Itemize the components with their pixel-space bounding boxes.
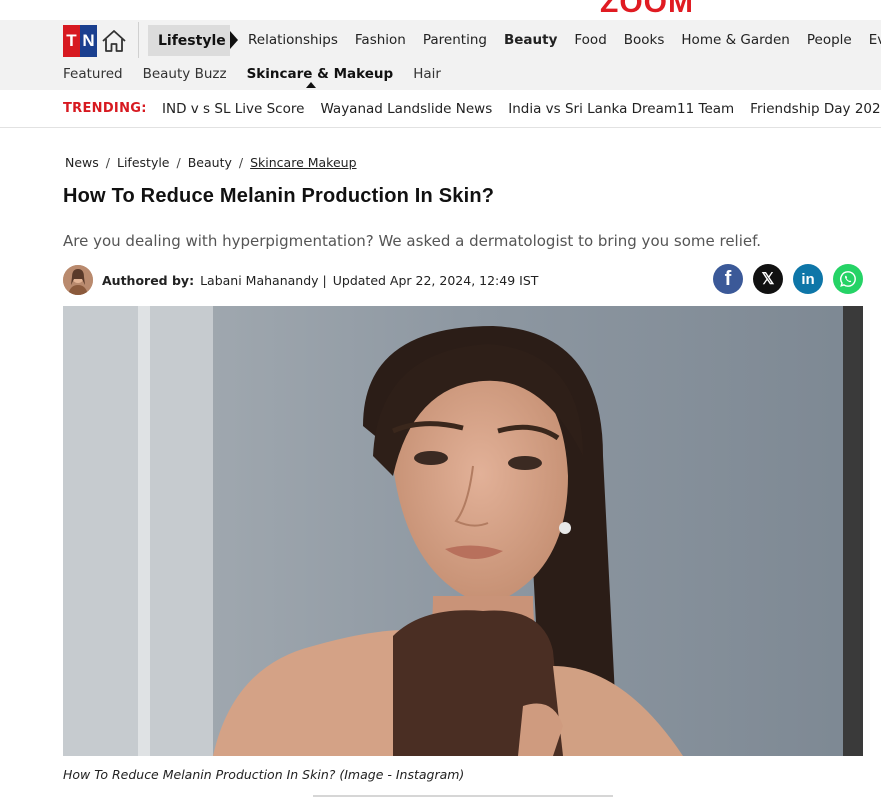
- nav-item-food[interactable]: Food: [574, 32, 606, 48]
- breadcrumb-separator: /: [238, 155, 244, 170]
- whatsapp-share-button[interactable]: [833, 264, 863, 294]
- nav-divider: [138, 22, 139, 58]
- author-avatar[interactable]: [63, 265, 93, 295]
- linkedin-share-button[interactable]: in: [793, 264, 823, 294]
- trending-label: TRENDING:: [63, 101, 147, 116]
- subnav-active-caret-icon: [306, 82, 316, 88]
- updated-timestamp: Updated Apr 22, 2024, 12:49 IST: [332, 273, 539, 288]
- nav-item-home-garden[interactable]: Home & Garden: [681, 32, 789, 48]
- nav-item-fashion[interactable]: Fashion: [355, 32, 406, 48]
- trending-link[interactable]: IND v s SL Live Score: [162, 101, 304, 117]
- author-name[interactable]: Labani Mahanandy: [200, 273, 318, 288]
- nav-items: Relationships Fashion Parenting Beauty Food B…: [248, 32, 881, 48]
- breadcrumb-current[interactable]: Skincare Makeup: [250, 155, 356, 170]
- facebook-icon: f: [724, 267, 732, 290]
- zoom-logo[interactable]: ZOOM: [600, 0, 694, 20]
- hero-image[interactable]: [63, 306, 863, 756]
- logo-letter-t: T: [66, 31, 77, 50]
- x-icon: 𝕏: [761, 271, 775, 288]
- subnav-item-featured[interactable]: Featured: [63, 66, 123, 82]
- trending-items: IND v s SL Live Score Wayanad Landslide N…: [162, 101, 881, 117]
- nav-active-arrow-icon: [230, 31, 238, 49]
- top-strip: ZOOM: [0, 0, 881, 20]
- x-share-button[interactable]: 𝕏: [753, 264, 783, 294]
- nav-item-people[interactable]: People: [807, 32, 852, 48]
- breadcrumb: News / Lifestyle / Beauty / Skincare Makeup: [65, 155, 357, 170]
- nav-item-beauty[interactable]: Beauty: [504, 32, 557, 48]
- article-summary: Are you dealing with hyperpigmentation? …: [63, 232, 762, 250]
- subnav: Featured Beauty Buzz Skincare & Makeup Hair: [63, 66, 461, 82]
- nav-item-relationships[interactable]: Relationships: [248, 32, 338, 48]
- trending-bar: TRENDING: IND v s SL Live Score Wayanad L…: [0, 90, 881, 128]
- article-title: How To Reduce Melanin Production In Skin…: [63, 185, 495, 207]
- nav-item-parenting[interactable]: Parenting: [423, 32, 487, 48]
- subnav-item-hair[interactable]: Hair: [413, 66, 441, 82]
- subnav-item-skincare-makeup[interactable]: Skincare & Makeup: [247, 66, 394, 82]
- linkedin-icon: in: [801, 270, 815, 288]
- logo-letter-n: N: [80, 25, 97, 57]
- nav-item-books[interactable]: Books: [624, 32, 665, 48]
- trending-link[interactable]: India vs Sri Lanka Dream11 Team: [508, 101, 734, 117]
- facebook-share-button[interactable]: f: [713, 264, 743, 294]
- breadcrumb-separator: /: [176, 155, 181, 170]
- trending-link[interactable]: Friendship Day 2024: [750, 101, 881, 117]
- authored-by-label: Authored by:: [102, 273, 195, 288]
- subnav-item-beauty-buzz[interactable]: Beauty Buzz: [143, 66, 227, 82]
- breadcrumb-link[interactable]: News: [65, 155, 99, 170]
- breadcrumb-separator: /: [105, 155, 110, 170]
- image-caption: How To Reduce Melanin Production In Skin…: [63, 767, 465, 782]
- times-now-logo[interactable]: T N: [63, 25, 97, 57]
- main-navbar: T N Lifestyle Relationships Fashion Parent…: [0, 20, 881, 90]
- breadcrumb-link[interactable]: Beauty: [188, 155, 232, 170]
- nav-item-eve[interactable]: Eve: [869, 32, 881, 48]
- nav-item-lifestyle[interactable]: Lifestyle: [148, 25, 230, 56]
- bottom-divider: [313, 795, 613, 797]
- author-row: Authored by: Labani Mahanandy | Updated …: [63, 265, 863, 295]
- trending-link[interactable]: Wayanad Landslide News: [320, 101, 492, 117]
- meta-separator: |: [322, 273, 327, 288]
- author-meta: Authored by: Labani Mahanandy | Updated …: [102, 273, 538, 288]
- home-icon[interactable]: [100, 27, 128, 55]
- whatsapp-icon: [840, 271, 856, 287]
- breadcrumb-link[interactable]: Lifestyle: [117, 155, 170, 170]
